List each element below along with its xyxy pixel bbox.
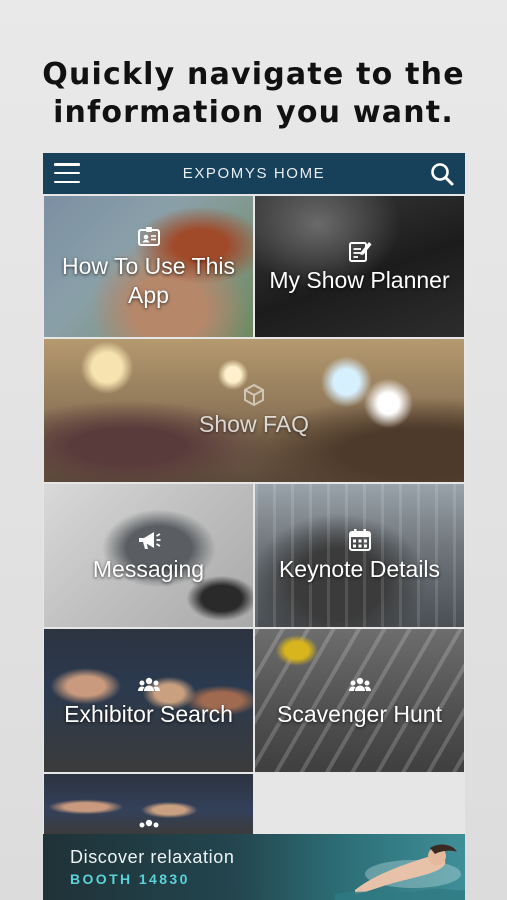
swimmer-image <box>335 844 465 900</box>
tile-label: My Show Planner <box>269 267 450 293</box>
headline: Quickly navigate to the information you … <box>0 56 507 132</box>
tile-partial[interactable] <box>44 774 253 834</box>
cube-icon <box>241 382 267 408</box>
search-icon[interactable] <box>429 161 455 187</box>
tile-scavenger-hunt[interactable]: Scavenger Hunt <box>255 629 464 772</box>
people-icon <box>136 672 162 698</box>
tile-keynote-details[interactable]: Keynote Details <box>255 484 464 627</box>
tile-show-faq[interactable]: Show FAQ <box>44 339 464 482</box>
app-screen: EXPOMYS HOME How To Use This App My Show… <box>43 153 465 900</box>
app-title: EXPOMYS HOME <box>182 165 326 182</box>
tile-label: Scavenger Hunt <box>277 701 442 727</box>
tile-exhibitor-search[interactable]: Exhibitor Search <box>44 629 253 772</box>
tile-label: Messaging <box>92 556 205 582</box>
tile-label: Exhibitor Search <box>64 701 233 727</box>
tile-label: Keynote Details <box>278 556 441 582</box>
tile-how-to-use[interactable]: How To Use This App <box>44 196 253 337</box>
people-icon <box>136 814 162 834</box>
calendar-icon <box>347 527 373 553</box>
tile-label: How To Use This App <box>62 252 235 308</box>
hamburger-menu-icon[interactable] <box>54 162 80 184</box>
headline-line-1: Quickly navigate to the <box>42 57 465 92</box>
ad-banner[interactable]: Discover relaxation BOOTH 14830 <box>43 834 465 900</box>
tile-my-show-planner[interactable]: My Show Planner <box>255 196 464 337</box>
megaphone-icon <box>136 527 162 553</box>
banner-headline: Discover relaxation <box>70 847 235 867</box>
headline-line-2: information you want. <box>53 95 454 130</box>
badge-icon <box>136 224 162 250</box>
app-bar: EXPOMYS HOME <box>43 153 465 194</box>
tile-messaging[interactable]: Messaging <box>44 484 253 627</box>
tile-label: Show FAQ <box>199 411 309 437</box>
planner-edit-icon <box>347 238 373 264</box>
people-icon <box>347 672 373 698</box>
banner-booth: BOOTH 14830 <box>70 871 190 887</box>
